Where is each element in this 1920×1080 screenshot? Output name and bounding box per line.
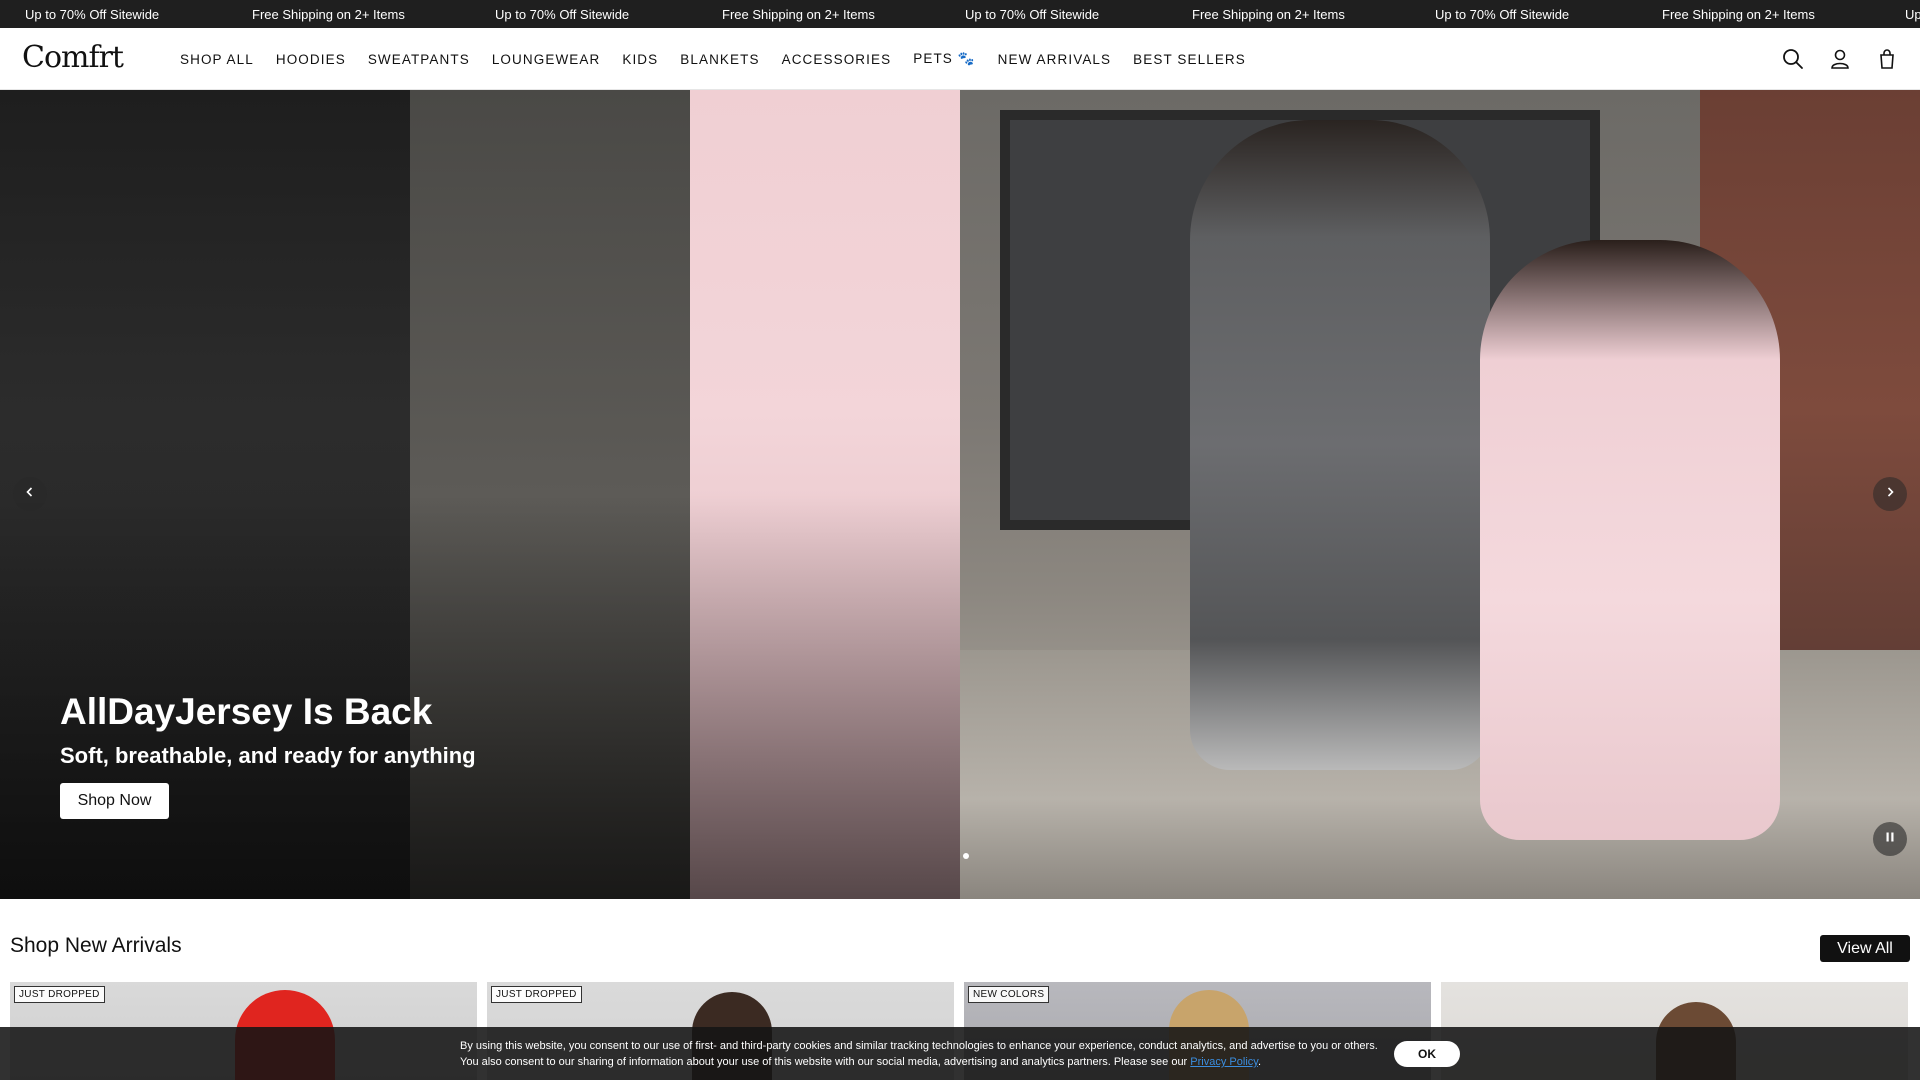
announcement-item: Up to 70% Off Sitewide (495, 6, 630, 22)
announcement-item: Up to 70% Off Sitewide (1435, 6, 1570, 22)
cookie-ok-button[interactable]: OK (1394, 1041, 1460, 1067)
cookie-text: By using this website, you consent to ou… (460, 1038, 1390, 1070)
logo[interactable]: Comfrt (22, 40, 124, 75)
announcement-item: Free Shipping on 2+ Items (1192, 6, 1345, 22)
pause-icon (1884, 830, 1896, 848)
nav-kids[interactable]: KIDS (622, 52, 658, 67)
chevron-right-icon (1884, 485, 1896, 503)
cookie-period: . (1257, 1056, 1262, 1068)
view-all-button[interactable]: View All (1820, 935, 1910, 962)
cookie-banner: By using this website, you consent to ou… (0, 1027, 1920, 1080)
hero-title: AllDayJersey Is Back (60, 691, 433, 732)
announcement-item: Up to 70% Off Sitewide (965, 6, 1100, 22)
chevron-left-icon (24, 485, 36, 503)
nav-loungewear[interactable]: LOUNGEWEAR (492, 52, 601, 67)
slide-dot[interactable] (963, 853, 969, 859)
cookie-line-2: You also consent to our sharing of infor… (460, 1054, 1390, 1070)
hero-subtitle: Soft, breathable, and ready for anything (60, 743, 476, 768)
nav-sweatpants[interactable]: SWEATPANTS (368, 52, 470, 67)
nav-hoodies[interactable]: HOODIES (276, 52, 346, 67)
search-icon[interactable] (1778, 44, 1808, 74)
next-slide-button[interactable] (1873, 477, 1907, 511)
announcement-item: Up to 70% Off Sitewide (25, 6, 160, 22)
cart-icon[interactable] (1872, 44, 1902, 74)
hero-image-left (0, 90, 960, 899)
hero-slideshow: AllDayJersey Is Back Soft, breathable, a… (0, 90, 1920, 899)
section-title: Shop New Arrivals (10, 934, 182, 957)
pause-button[interactable] (1873, 822, 1907, 856)
cookie-line-2-text: You also consent to our sharing of infor… (460, 1056, 1188, 1068)
account-icon[interactable] (1825, 44, 1855, 74)
main-nav: SHOP ALL HOODIES SWEATPANTS LOUNGEWEAR K… (180, 28, 1268, 90)
privacy-policy-link[interactable]: Privacy Policy (1190, 1056, 1258, 1068)
hero-shade (0, 90, 960, 899)
announcement-item: Free Shipping on 2+ Items (1662, 6, 1815, 22)
hero-image-right (960, 90, 1920, 899)
product-badge: NEW COLORS (968, 986, 1050, 1003)
hero-person-pink (1480, 240, 1780, 840)
nav-accessories[interactable]: ACCESSORIES (782, 52, 892, 67)
product-badge: JUST DROPPED (491, 986, 582, 1003)
nav-new-arrivals[interactable]: NEW ARRIVALS (998, 52, 1111, 67)
announcement-item: Free Shipping on 2+ Items (252, 6, 405, 22)
hero-person-gray (1190, 120, 1490, 770)
shop-now-button[interactable]: Shop Now (60, 783, 169, 819)
nav-shop-all[interactable]: SHOP ALL (180, 52, 254, 67)
nav-blankets[interactable]: BLANKETS (680, 52, 759, 67)
cookie-line-1: By using this website, you consent to ou… (460, 1040, 1378, 1052)
header-icons (1761, 28, 1902, 90)
announcement-item: Up (1905, 6, 1920, 22)
site-header: Comfrt SHOP ALL HOODIES SWEATPANTS LOUNG… (0, 28, 1920, 90)
announcement-item: Free Shipping on 2+ Items (722, 6, 875, 22)
prev-slide-button[interactable] (13, 477, 47, 511)
nav-pets[interactable]: PETS 🐾 (913, 51, 975, 67)
nav-best-sellers[interactable]: BEST SELLERS (1133, 52, 1246, 67)
product-badge: JUST DROPPED (14, 986, 105, 1003)
announcement-bar: Up to 70% Off Sitewide Free Shipping on … (0, 0, 1920, 28)
